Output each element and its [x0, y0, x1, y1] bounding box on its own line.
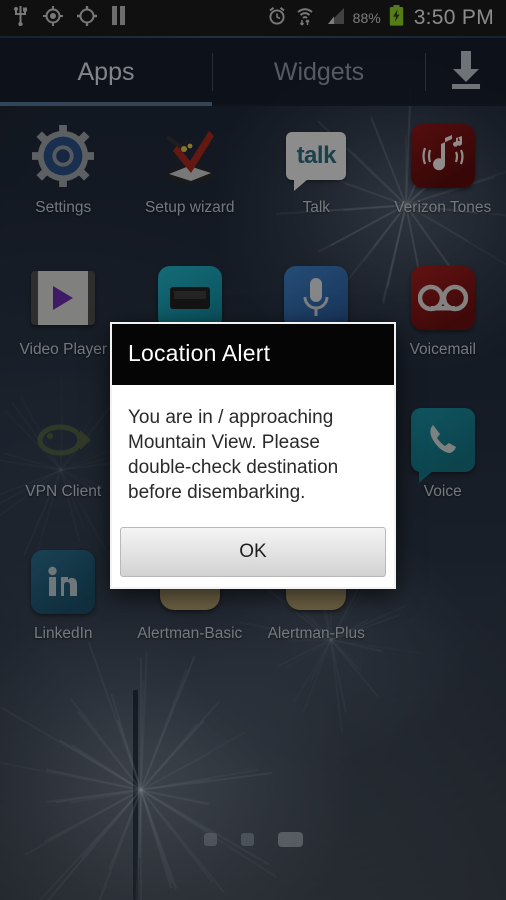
dialog-actions: OK [112, 527, 394, 587]
ok-button[interactable]: OK [120, 527, 386, 577]
location-alert-dialog: Location Alert You are in / approaching … [110, 322, 396, 589]
dialog-title: Location Alert [112, 324, 394, 385]
dialog-message: You are in / approaching Mountain View. … [112, 385, 394, 527]
